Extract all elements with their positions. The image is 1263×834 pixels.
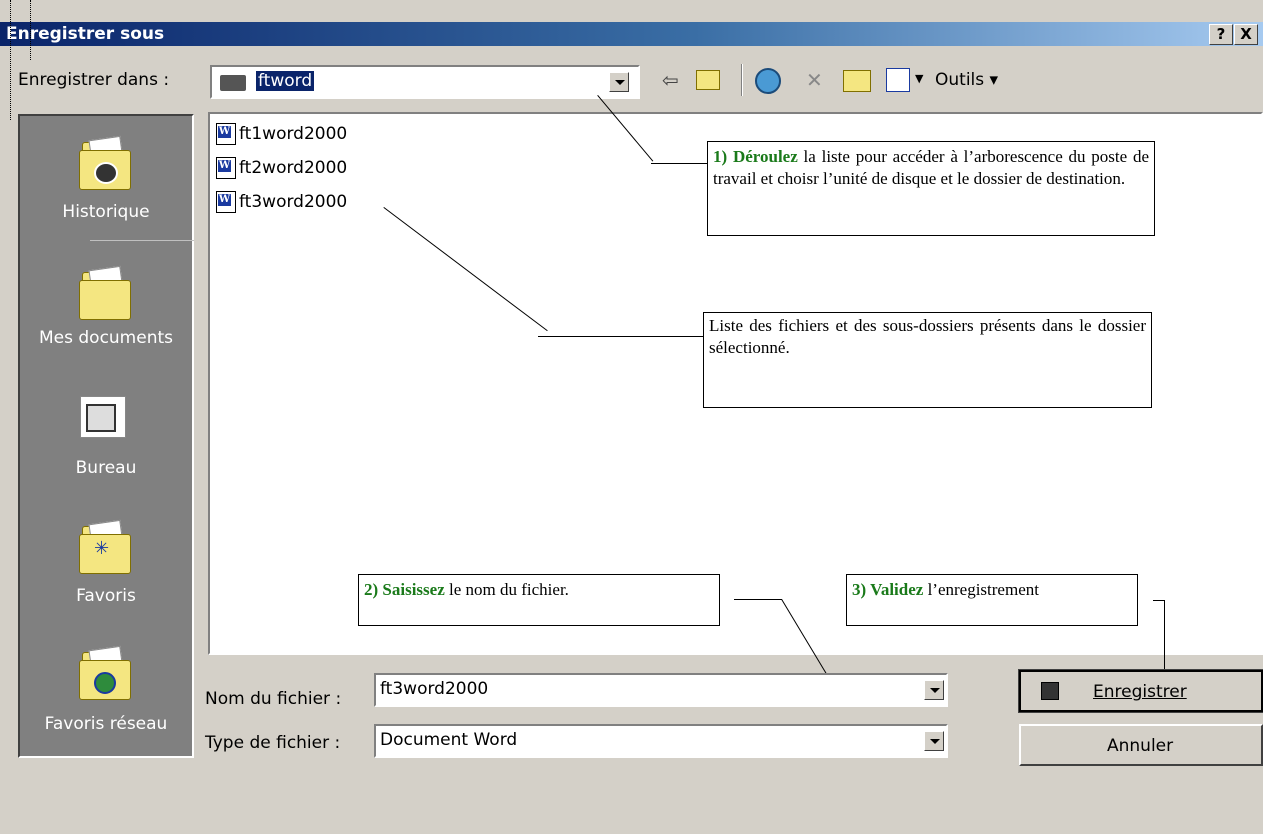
callout-connector [1153, 600, 1164, 601]
delete-icon[interactable]: ✕ [806, 68, 823, 92]
folder-icon [220, 75, 246, 91]
documents-folder-icon[interactable] [76, 265, 132, 320]
place-favorites[interactable]: Favoris [20, 586, 192, 606]
filetype-select[interactable]: Document Word [374, 724, 948, 758]
place-history[interactable]: Historique [20, 202, 192, 222]
list-item[interactable]: W ft1word2000 [216, 120, 347, 148]
views-icon[interactable] [886, 68, 910, 92]
list-item[interactable]: W ft2word2000 [216, 154, 347, 182]
chevron-down-icon[interactable] [924, 680, 944, 700]
current-folder: ftword [256, 71, 315, 91]
search-web-icon[interactable] [755, 68, 781, 94]
callout-filename: 2) Saisissez le nom du fichier. [358, 574, 720, 626]
title-bar: Enregistrer sous ? X [0, 22, 1263, 46]
word-document-icon: W [216, 191, 236, 213]
network-favorites-icon[interactable] [76, 645, 132, 700]
cancel-button[interactable]: Annuler [1019, 724, 1263, 766]
callout-dropdown: 1) Déroulez la liste pour accéder à l’ar… [707, 141, 1155, 236]
focus-guide [10, 0, 11, 120]
save-in-combobox[interactable]: ftword [210, 65, 640, 99]
close-button[interactable]: X [1234, 24, 1258, 45]
places-divider [90, 240, 194, 241]
back-icon[interactable]: ⇦ [662, 68, 679, 92]
save-button[interactable]: Enregistrer [1018, 669, 1263, 713]
new-folder-icon[interactable] [843, 70, 871, 92]
filetype-label: Type de fichier : [205, 733, 341, 753]
chevron-down-icon[interactable] [609, 72, 629, 92]
callout-connector [538, 336, 704, 337]
desktop-icon[interactable] [76, 388, 132, 442]
list-item[interactable]: W ft3word2000 [216, 188, 347, 216]
callout-connector [651, 163, 707, 164]
place-my-documents[interactable]: Mes documents [20, 328, 192, 348]
filename-label: Nom du fichier : [205, 689, 342, 709]
up-folder-icon[interactable] [696, 70, 720, 90]
filename-field[interactable]: ft3word2000 [374, 673, 948, 707]
callout-connector [734, 599, 782, 600]
word-document-icon: W [216, 123, 236, 145]
floppy-disk-icon [1041, 682, 1059, 700]
favorites-folder-icon[interactable]: ✳ [76, 519, 132, 574]
focus-guide [30, 0, 31, 60]
views-dropdown-icon[interactable]: ▼ [915, 72, 923, 85]
places-bar: Historique Mes documents Bureau ✳ Favori… [18, 114, 194, 758]
place-desktop[interactable]: Bureau [20, 458, 192, 478]
word-document-icon: W [216, 157, 236, 179]
save-in-label: Enregistrer dans : [18, 70, 170, 90]
tools-menu[interactable]: Outils ▾ [935, 70, 998, 90]
history-icon[interactable] [76, 135, 132, 190]
toolbar-separator [741, 64, 743, 96]
chevron-down-icon[interactable] [924, 731, 944, 751]
callout-validate: 3) Validez l’enregistrement [846, 574, 1138, 626]
callout-file-list: Liste des fichiers et des sous-dossiers … [703, 312, 1152, 408]
place-network-favorites[interactable]: Favoris réseau [20, 714, 192, 734]
help-button[interactable]: ? [1209, 24, 1233, 45]
